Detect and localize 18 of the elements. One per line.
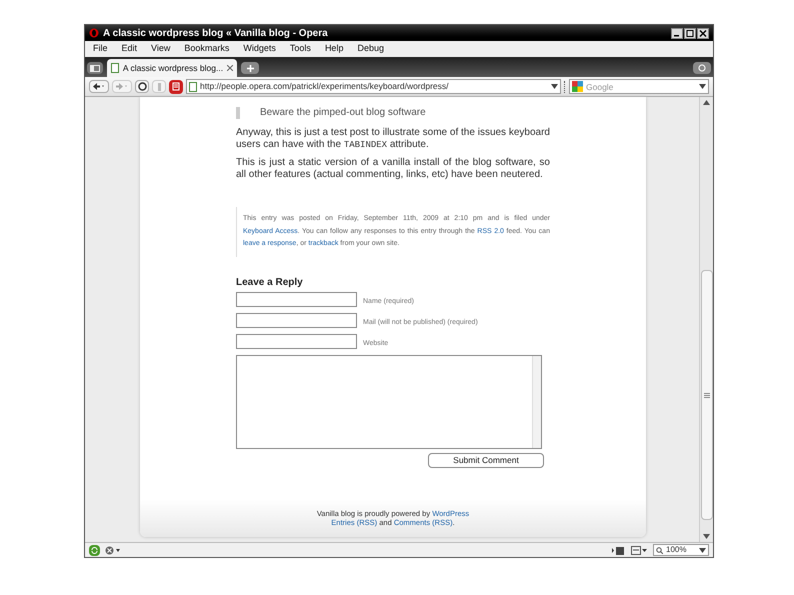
window-title: A classic wordpress blog « Vanilla blog - Opera [103,26,328,40]
browser-tab[interactable]: A classic wordpress blog... [107,59,237,77]
reply-heading: Leave a Reply [236,276,304,288]
menu-item[interactable]: File [93,42,108,56]
menu-item[interactable]: Tools [290,42,311,56]
menu-item[interactable]: View [151,42,170,56]
submit-button[interactable]: Submit Comment [428,452,544,468]
blockquote-text: Beware the pimped-out blog software [260,107,427,119]
post-paragraph: Anyway, this is just a test post to illustrate some of the issues keyboard users can have with the TABINDEX attribute. [236,127,550,151]
menu-item[interactable]: Help [324,42,344,56]
menu-item[interactable]: Debug [357,42,384,56]
zoom-field[interactable]: 100% [653,544,709,556]
post-paragraph: This is just a static version of a vanilla install of the blog software, so all other features (actual commenting, links, etc) have been neutered. [236,157,550,181]
menu-item[interactable]: Edit [122,42,138,56]
menu-item[interactable]: Widgets [243,42,276,56]
search-field[interactable]: Google [569,79,709,94]
address-field[interactable]: http://people.opera.com/patrickl/experiments/keyboard/wordpress/ [186,79,561,94]
menu-item[interactable]: Bookmarks [184,42,230,56]
